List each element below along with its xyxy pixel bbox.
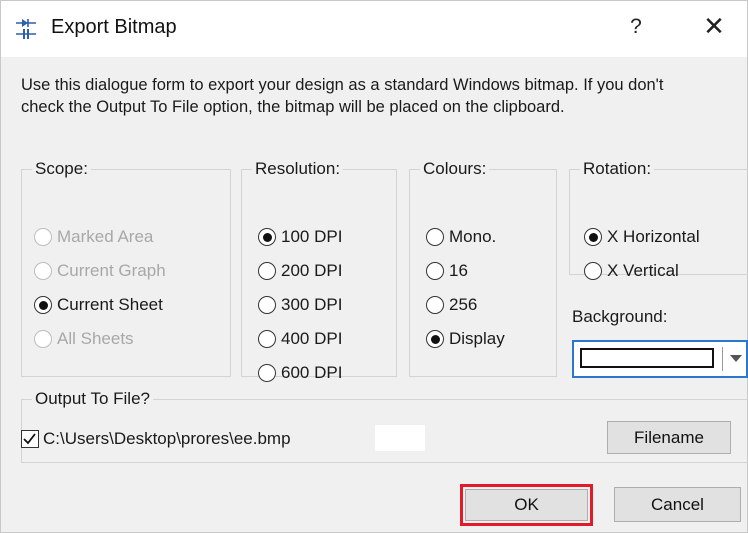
colours-option-16[interactable]: 16 xyxy=(426,259,468,283)
output-to-file-checkbox[interactable]: C:\Users\Desktop\prores\ee.bmp xyxy=(21,426,291,452)
resolution-option-400-dpi[interactable]: 400 DPI xyxy=(258,327,342,351)
ok-button-highlight: OK xyxy=(460,484,593,526)
background-color-swatch xyxy=(580,348,714,368)
colours-option-256[interactable]: 256 xyxy=(426,293,477,317)
colours-option-label: 256 xyxy=(449,295,478,314)
resolution-option-200-dpi[interactable]: 200 DPI xyxy=(258,259,342,283)
scope-option-label: Current Sheet xyxy=(57,295,163,314)
radio-icon xyxy=(34,262,52,280)
radio-icon xyxy=(258,262,276,280)
resolution-option-label: 600 DPI xyxy=(281,363,343,382)
resolution-option-300-dpi[interactable]: 300 DPI xyxy=(258,293,342,317)
rotation-option-x-horizontal[interactable]: X Horizontal xyxy=(584,225,700,249)
radio-checked-icon xyxy=(258,228,276,246)
output-file-path: C:\Users\Desktop\prores\ee.bmp xyxy=(43,429,291,448)
close-button[interactable]: ✕ xyxy=(696,11,732,42)
radio-icon xyxy=(34,228,52,246)
checkbox-checked-icon xyxy=(21,430,39,448)
resolution-option-600-dpi[interactable]: 600 DPI xyxy=(258,361,342,385)
rotation-label: Rotation: xyxy=(583,159,652,178)
filename-button[interactable]: Filename xyxy=(607,421,731,454)
blank-area xyxy=(375,425,425,451)
radio-icon xyxy=(426,228,444,246)
resolution-label: Resolution: xyxy=(255,159,341,178)
radio-icon xyxy=(426,296,444,314)
colours-option-label: Mono. xyxy=(449,227,497,246)
resolution-group: Resolution: 100 DPI 200 DPI 300 DPI 400 … xyxy=(241,159,397,382)
background-label: Background: xyxy=(572,307,668,326)
colours-label: Colours: xyxy=(423,159,487,178)
resolution-option-label: 300 DPI xyxy=(281,295,343,314)
dropdown-separator xyxy=(722,347,723,371)
rotation-option-x-vertical[interactable]: X Vertical xyxy=(584,259,679,283)
radio-icon xyxy=(258,364,276,382)
radio-icon xyxy=(584,262,602,280)
rotation-group: Rotation: X Horizontal X Vertical xyxy=(569,159,748,280)
scope-option-marked-area[interactable]: Marked Area xyxy=(34,225,153,249)
scope-option-label: Marked Area xyxy=(57,227,154,246)
resolution-option-label: 400 DPI xyxy=(281,329,343,348)
chevron-down-icon[interactable] xyxy=(728,350,744,366)
instructions-line-2: check the Output To File option, the bit… xyxy=(21,98,565,116)
scope-label: Scope: xyxy=(35,159,88,178)
background-color-dropdown[interactable] xyxy=(572,340,748,378)
rotation-option-label: X Horizontal xyxy=(607,227,700,246)
colours-option-label: Display xyxy=(449,329,505,348)
radio-checked-icon xyxy=(584,228,602,246)
scope-option-current-sheet[interactable]: Current Sheet xyxy=(34,293,163,317)
ok-button[interactable]: OK xyxy=(465,489,588,521)
radio-icon xyxy=(426,262,444,280)
resolution-option-100-dpi[interactable]: 100 DPI xyxy=(258,225,342,249)
title-bar: Export Bitmap ? ✕ xyxy=(1,1,747,57)
export-bitmap-app-icon xyxy=(13,17,39,43)
cancel-button[interactable]: Cancel xyxy=(614,487,741,522)
resolution-option-label: 100 DPI xyxy=(281,227,343,246)
instructions-text: Use this dialogue form to export your de… xyxy=(21,74,739,118)
colours-group: Colours: Mono. 16 256 Display xyxy=(409,159,557,377)
scope-option-label: Current Graph xyxy=(57,261,166,280)
radio-checked-icon xyxy=(34,296,52,314)
radio-icon xyxy=(258,330,276,348)
scope-option-label: All Sheets xyxy=(57,329,134,348)
scope-option-all-sheets[interactable]: All Sheets xyxy=(34,327,134,351)
dialog-title: Export Bitmap xyxy=(51,16,177,38)
help-button[interactable]: ? xyxy=(621,15,651,39)
instructions-line-1: Use this dialogue form to export your de… xyxy=(21,76,664,94)
colours-option-display[interactable]: Display xyxy=(426,327,505,351)
scope-option-current-graph[interactable]: Current Graph xyxy=(34,259,166,283)
colours-option-label: 16 xyxy=(449,261,468,280)
radio-icon xyxy=(258,296,276,314)
output-to-file-label: Output To File? xyxy=(35,389,150,408)
colours-option-mono[interactable]: Mono. xyxy=(426,225,496,249)
radio-checked-icon xyxy=(426,330,444,348)
rotation-option-label: X Vertical xyxy=(607,261,679,280)
export-bitmap-dialog: Export Bitmap ? ✕ Use this dialogue form… xyxy=(0,0,748,533)
scope-group: Scope: Marked Area Current Graph Current… xyxy=(21,159,231,377)
radio-icon xyxy=(34,330,52,348)
resolution-option-label: 200 DPI xyxy=(281,261,343,280)
